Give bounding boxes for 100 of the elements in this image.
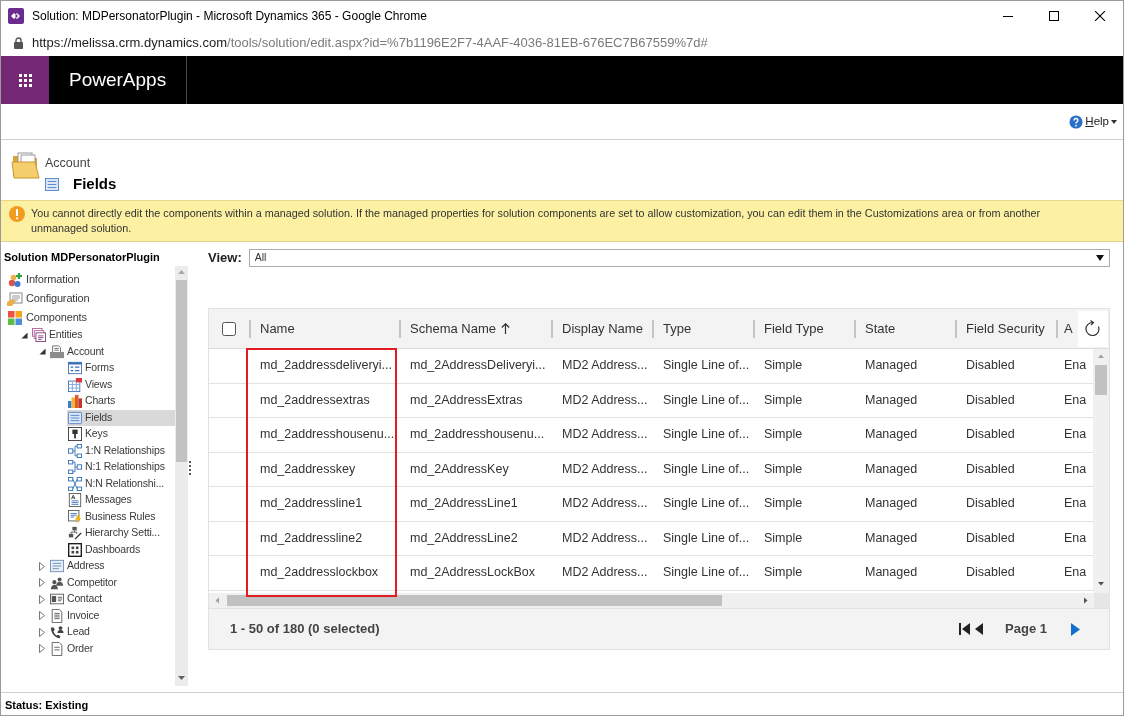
table-cell-text: md_2addresskey [259,460,357,478]
phone-person-icon [50,625,64,640]
table-cell-text: md_2AddressLockBox [409,564,537,582]
app-title: PowerApps [49,56,187,104]
table-row[interactable]: md_2addresshousenu... md_2addresshousenu... MD2 Address... Single Line of... Simple Managed Disabled Ena [209,418,1093,453]
calendar-icon [68,377,82,392]
table-row[interactable]: md_2addresslockbox md_2AddressLockBox MD2 Address... Single Line of... Simple Managed Disabled Ena [209,556,1093,591]
app-launcher-button[interactable] [1,56,49,104]
column-header[interactable]: A [1056,309,1076,348]
tree-item[interactable]: Fields [67,409,175,426]
table-row[interactable]: md_2addresskey md_2AddressKey MD2 Address... Single Line of... Simple Managed Disabled Ena [209,452,1093,487]
keyhole-icon [68,427,82,442]
tree-item[interactable]: Configuration [6,289,175,308]
table-row[interactable]: md_2addressdeliveryi... md_2AddressDeliveryi... MD2 Address... Single Line of... Simple Managed Disabled Ena [209,349,1093,384]
table-cell-text: MD2 Address... [561,495,649,513]
tree-item[interactable]: Entities [31,327,175,344]
grip-icon [189,461,192,475]
tree-item[interactable]: 1:N Relationships [67,442,175,459]
tree-item[interactable]: Order [49,640,175,657]
tree-item[interactable]: N:N Relationshi... [67,475,175,492]
table-cell-text: Managed [864,564,919,582]
tree-item[interactable]: Competitor [49,574,175,591]
tree-item[interactable]: Components [6,308,175,327]
caret-icon[interactable] [21,331,28,339]
tree-item[interactable]: Hierarchy Setti... [67,525,175,542]
tree-item[interactable]: Information [6,270,175,289]
hierarchy-icon [68,526,82,541]
column-header[interactable]: Field Type [753,309,854,348]
record-count: 1 - 50 of 180 (0 selected) [230,620,380,639]
status-bar: Status: Existing [1,692,1123,715]
tree-item[interactable]: Account [49,343,175,360]
view-select[interactable]: All [248,249,1110,267]
table-cell-text: Single Line of... [662,529,751,547]
table-cell-text: md_2addresshousenu... [409,426,546,444]
tree-item[interactable]: Dashboards [67,541,175,558]
table-cell-text: md_2addresshousenu... [259,426,396,444]
table-cell-text: md_2addressline2 [259,529,364,547]
folder-icon [11,150,41,180]
caret-icon [1111,119,1117,124]
relationship-icon [68,460,82,475]
view-label: View: [208,249,242,268]
first-page-icon[interactable] [959,622,972,636]
table-cell-text: Ena [1063,357,1088,375]
table-row[interactable]: md_2addressline1 md_2AddressLine1 MD2 Address... Single Line of... Simple Managed Disabled Ena [209,487,1093,522]
column-header[interactable]: Name [249,309,399,348]
list-icon [45,177,59,191]
tree-item[interactable]: Messages [67,492,175,509]
checkbox[interactable] [222,321,236,336]
table-cell-text: Simple [763,391,804,409]
table-row[interactable]: md_2addressline2 md_2AddressLine2 MD2 Address... Single Line of... Simple Managed Disabled Ena [209,521,1093,556]
table-cell-text: Ena [1063,460,1088,478]
table-cell-text: Ena [1063,495,1088,513]
tree-item[interactable]: Invoice [49,607,175,624]
tree-item[interactable]: Charts [67,393,175,410]
help-icon [1069,114,1084,129]
warning-icon [9,206,25,222]
relationship-icon [68,476,82,491]
table-row[interactable]: md_2addressextras md_2AddressExtras MD2 Address... Single Line of... Simple Managed Disabled Ena [209,383,1093,418]
document-icon [50,641,64,656]
next-page-icon[interactable] [1071,622,1080,636]
window-title: Solution: MDPersonatorPlugin - Microsoft Dynamics 365 - Google Chrome [32,7,427,25]
table-cell-text: Single Line of... [662,426,751,444]
tree-item[interactable]: Forms [67,360,175,377]
previous-page-icon[interactable] [975,623,984,635]
lightning-document-icon [68,509,82,524]
people-icon [50,575,64,590]
refresh-button[interactable] [1078,310,1108,347]
tree-item[interactable]: N:1 Relationships [67,459,175,476]
text-document-icon [68,493,82,508]
document-hand-icon [7,290,23,307]
tree-item[interactable]: Lead [49,624,175,641]
table-cell-text: Ena [1063,564,1088,582]
tree-item[interactable]: Contact [49,591,175,608]
tree-item[interactable]: Views [67,376,175,393]
table-cell-text: Managed [864,495,919,513]
maximize-icon [1049,10,1059,21]
help-menu[interactable]: Help [1069,112,1117,131]
list-icon [68,410,82,425]
table-cell-text: md_2addressdeliveryi... [259,357,393,375]
column-header[interactable]: Type [652,309,753,348]
table-cell-text: md_2AddressLine2 [409,529,519,547]
table-cell-text: Single Line of... [662,495,751,513]
tree-item[interactable]: Keys [67,426,175,443]
column-header[interactable]: State [854,309,955,348]
column-header[interactable]: Schema Name [399,309,551,348]
tree-item[interactable]: Business Rules [67,508,175,525]
column-header[interactable]: Field Security [955,309,1056,348]
caret-icon[interactable] [39,348,46,356]
table-cell-text: MD2 Address... [561,460,649,478]
tree-item[interactable]: Address [49,558,175,575]
refresh-icon [1084,319,1102,338]
table-cell-text: md_2addressline1 [259,495,364,513]
address-field[interactable]: https://melissa.crm.dynamics.com/tools/solution/edit.aspx?id=%7b1196E2F7-4AAF-4036-81EB-676EC7B67559%7d# [32,33,708,53]
column-header[interactable]: Display Name [551,309,652,348]
grid-icon [18,73,32,87]
relationship-icon [68,443,82,458]
table-cell-text: Single Line of... [662,391,751,409]
address-card-icon [50,559,64,574]
entity-name: Account [45,156,92,171]
table-cell-text: Ena [1063,426,1088,444]
